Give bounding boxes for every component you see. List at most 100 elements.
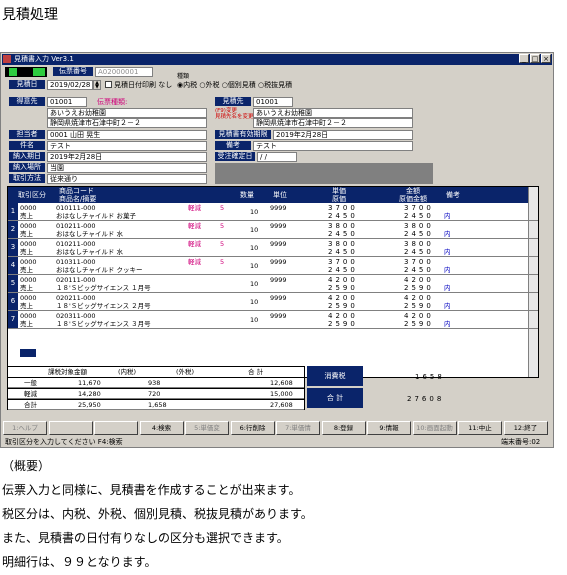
table-row[interactable]: 5 0000 売上 020111-000 １８'Ｓビッグサイエンス １月号 10 9999 4… [8,275,538,293]
row-qty[interactable]: 10 [250,226,258,234]
fkey-button[interactable]: 4:検索 [139,421,184,435]
row-unit[interactable]: 9999 [270,312,287,320]
table-row[interactable]: 7 0000 売上 020311-000 １８'Ｓビッグサイエンス ３月号 10 9999 4… [8,311,538,329]
yuko-field[interactable]: 2019年2月28日 [273,130,413,140]
table-row[interactable]: 4 0000 売上 010311-000 おはなしチャイルド クッキー 軽減 5 10 9999… [8,257,538,275]
row-kubun-code[interactable]: 0000 [20,294,37,302]
row-qty[interactable]: 10 [250,208,258,216]
row-kubun-code[interactable]: 0000 [20,276,37,284]
row-code[interactable]: 010211-000 [56,240,96,248]
row-qty[interactable]: 10 [250,280,258,288]
table-row[interactable]: 2 0000 売上 010211-000 おはなしチャイルド 水 軽減 5 10 9999 380… [8,221,538,239]
fkey-button[interactable]: 8:登録 [321,421,366,435]
fkey-button[interactable]: 10:画面起動 [412,421,457,435]
torihiki-field[interactable]: 従来通り [47,174,207,184]
row-kubun-code[interactable]: 0000 [20,240,37,248]
row-name[interactable]: おはなしチャイルド お菓子 [56,212,136,220]
row-biko[interactable]: 内 [444,230,451,238]
fkey-button[interactable] [48,421,93,435]
row-tanka[interactable]: 4200 [328,294,358,302]
table-row[interactable]: 6 0000 売上 020211-000 １８'Ｓビッグサイエンス ２月号 10 9999 4… [8,293,538,311]
row-genka[interactable]: 2590 [328,320,358,328]
row-kubun-code[interactable]: 0000 [20,312,37,320]
row-genka[interactable]: 2450 [328,212,358,220]
minimize-button[interactable]: _ [519,54,529,63]
mitsumoribi-field[interactable]: 2019/02/28 [47,80,93,90]
row-kubun-code[interactable]: 0000 [20,204,37,212]
date-spinner[interactable]: ▲ ▼ [93,80,101,90]
row-biko[interactable]: 内 [444,248,451,256]
row-unit[interactable]: 9999 [270,258,287,266]
row-genka[interactable]: 2450 [328,248,358,256]
row-code[interactable]: 010211-000 [56,222,96,230]
row-code[interactable]: 020211-000 [56,294,96,302]
fkey-button[interactable]: 11:中止 [458,421,502,435]
close-button[interactable]: × [541,54,551,63]
row-biko[interactable]: 内 [444,266,451,274]
row-genka[interactable]: 2450 [328,266,358,274]
nyuki-field[interactable]: 2019年2月28日 [47,152,207,162]
row-genka[interactable]: 2590 [328,302,358,310]
row-name[interactable]: １８'Ｓビッグサイエンス ２月号 [56,302,151,310]
table-row[interactable]: 3 0000 売上 010211-000 おはなしチャイルド 水 軽減 5 10 9999 380… [8,239,538,257]
row-qty[interactable]: 10 [250,244,258,252]
kenmei-field[interactable]: テスト [47,141,207,151]
row-biko[interactable]: 内 [444,302,451,310]
maximize-button[interactable]: □ [530,54,540,63]
zei-radio-soto[interactable]: ○外税 [199,81,219,89]
row-qty[interactable]: 10 [250,262,258,270]
fkey-button[interactable]: 1:ヘルプ [3,421,47,435]
row-kubun-code[interactable]: 0000 [20,222,37,230]
row-code[interactable]: 020311-000 [56,312,96,320]
row-biko[interactable]: 内 [444,284,451,292]
fkey-button[interactable]: 6:行削除 [230,421,275,435]
row-code[interactable]: 010111-000 [56,204,96,212]
row-tanka[interactable]: 3800 [328,222,358,230]
tokuisaki-name-field[interactable]: あいうえお幼稚園 [47,108,207,118]
basho-field[interactable]: 当園 [47,163,207,173]
table-row[interactable]: 1 0000 売上 010111-000 おはなしチャイルド お菓子 軽減 5 10 9999 3… [8,203,538,221]
row-tanka[interactable]: 4200 [328,312,358,320]
row-unit[interactable]: 9999 [270,294,287,302]
row-name[interactable]: おはなしチャイルド 水 [56,248,123,256]
row-code[interactable]: 020111-000 [56,276,96,284]
fkey-button[interactable] [94,421,138,435]
row-code[interactable]: 010311-000 [56,258,96,266]
fkey-button[interactable]: 12:終了 [503,421,548,435]
row-kubun-code[interactable]: 0000 [20,258,37,266]
tanto-field[interactable]: 0001 山田 晃生 [47,130,207,140]
row-tanka[interactable]: 4200 [328,276,358,284]
nouhinsaki-name-field[interactable]: あいうえお幼稚園 [253,108,413,118]
row-unit[interactable]: 9999 [270,240,287,248]
fkey-button[interactable]: 5:単価変 [185,421,229,435]
row-qty[interactable]: 10 [250,316,258,324]
nouhinsaki-addr-field[interactable]: 静岡県焼津市石津中町２－２ [253,118,413,128]
row-name[interactable]: おはなしチャイルド 水 [56,230,123,238]
row-name[interactable]: １８'Ｓビッグサイエンス １月号 [56,284,151,292]
biko-field[interactable]: テスト [253,141,413,151]
denpyo-no-field[interactable]: A02000001 [95,67,153,77]
row-unit[interactable]: 9999 [270,204,287,212]
zei-radio-zeinuki[interactable]: ○税抜見積 [258,81,292,89]
row-unit[interactable]: 9999 [270,276,287,284]
row-tanka[interactable]: 3800 [328,240,358,248]
new-row-cursor[interactable] [20,349,36,357]
zei-radio-group[interactable]: ◉内税 ○外税 ○個別見積 ○税抜見積 [177,81,292,89]
tokuisaki-addr-field[interactable]: 静岡県焼津市石津中町２－２ [47,118,207,128]
fkey-button[interactable]: 9:情報 [367,421,411,435]
row-name[interactable]: おはなしチャイルド クッキー [56,266,143,274]
row-tanka[interactable]: 3700 [328,204,358,212]
row-name[interactable]: １８'Ｓビッグサイエンス ３月号 [56,320,151,328]
tokuisaki-code-field[interactable]: 01001 [47,97,87,107]
row-tanka[interactable]: 3700 [328,258,358,266]
hizuke-checkbox[interactable] [105,81,112,88]
juchu-field[interactable]: / / [257,152,297,162]
row-unit[interactable]: 9999 [270,222,287,230]
fkey-button[interactable]: 7:単価情 [276,421,320,435]
zei-radio-kobetsu[interactable]: ○個別見積 [222,81,256,89]
row-biko[interactable]: 内 [444,320,451,328]
row-qty[interactable]: 10 [250,298,258,306]
row-genka[interactable]: 2450 [328,230,358,238]
zei-radio-uchi[interactable]: ◉内税 [177,81,197,89]
row-genka[interactable]: 2590 [328,284,358,292]
